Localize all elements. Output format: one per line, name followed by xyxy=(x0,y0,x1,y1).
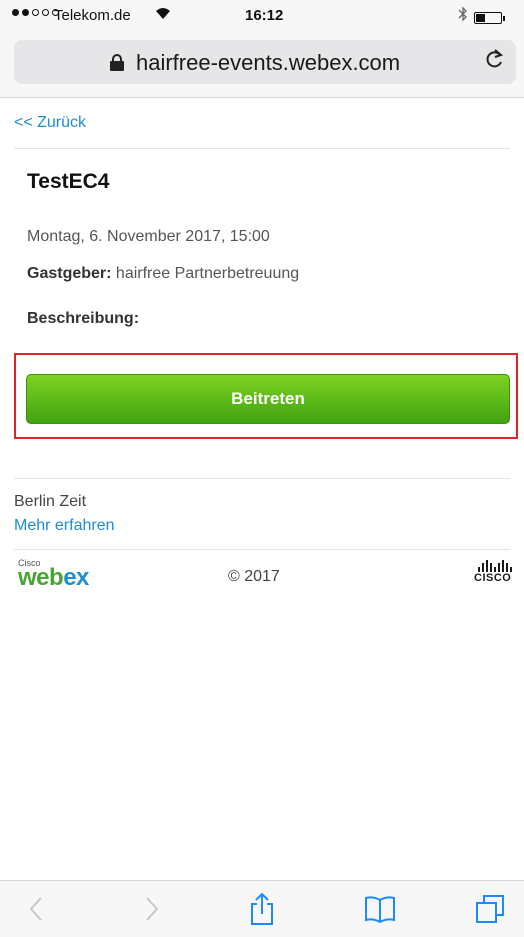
cisco-word: CISCO xyxy=(474,572,512,584)
share-icon[interactable] xyxy=(240,889,284,929)
webex-logo: Cisco webex xyxy=(18,558,98,592)
host-value: hairfree Partnerbetreuung xyxy=(115,265,300,282)
carrier-name: Telekom.de xyxy=(54,7,131,24)
divider xyxy=(14,148,510,149)
divider xyxy=(14,549,510,550)
status-bar: Telekom.de 16:12 xyxy=(0,0,524,34)
join-button[interactable]: Beitreten xyxy=(26,374,510,424)
lock-icon xyxy=(110,54,124,71)
bookmarks-icon[interactable] xyxy=(358,889,402,929)
timezone-label: Berlin Zeit xyxy=(14,493,87,510)
battery-icon xyxy=(474,12,505,24)
forward-icon[interactable] xyxy=(130,889,174,929)
logo-web: web xyxy=(18,564,64,591)
divider xyxy=(14,478,510,479)
url-text: hairfree-events.webex.com xyxy=(136,50,401,75)
cisco-logo: CISCO xyxy=(474,560,518,592)
copyright: © 2017 xyxy=(228,568,280,585)
logo-webex-word: webex xyxy=(18,564,89,592)
browser-chrome: Telekom.de 16:12 hairfree-events.webex.c… xyxy=(0,0,524,98)
host-label: Gastgeber: xyxy=(27,265,112,282)
signal-strength-icon xyxy=(12,9,59,16)
learn-more-link[interactable]: Mehr erfahren xyxy=(14,517,115,535)
logo-ex: ex xyxy=(63,564,89,591)
bluetooth-icon xyxy=(458,6,468,27)
event-host: Gastgeber: hairfree Partnerbetreuung xyxy=(27,265,299,283)
reload-icon[interactable] xyxy=(484,48,504,76)
back-link[interactable]: << Zurück xyxy=(14,114,86,132)
event-title: TestEC4 xyxy=(27,170,110,193)
description-label: Beschreibung: xyxy=(27,310,140,327)
wifi-icon xyxy=(155,6,171,24)
address-bar[interactable]: hairfree-events.webex.com xyxy=(14,40,516,84)
browser-toolbar xyxy=(0,880,524,937)
clock: 16:12 xyxy=(245,7,284,24)
tabs-icon[interactable] xyxy=(468,889,512,929)
back-icon[interactable] xyxy=(14,889,58,929)
event-datetime: Montag, 6. November 2017, 15:00 xyxy=(27,228,270,245)
